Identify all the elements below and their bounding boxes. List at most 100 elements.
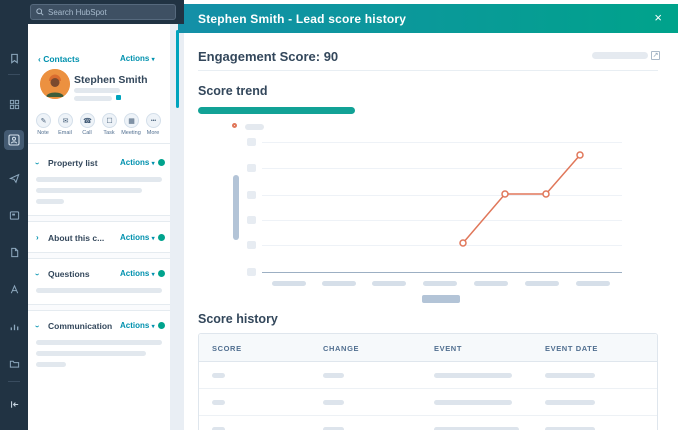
inbox-icon[interactable] <box>4 205 24 225</box>
field-placeholder <box>36 351 146 356</box>
task-button[interactable]: ☐ <box>102 113 117 128</box>
workspaces-grid-icon[interactable] <box>4 94 24 114</box>
status-dot[interactable] <box>158 322 165 329</box>
column-header-event-date[interactable]: EVENT DATE <box>545 344 598 353</box>
scrollbar-thumb[interactable] <box>176 30 179 108</box>
contact-actions-dropdown[interactable]: Actions ▾ <box>120 54 155 63</box>
call-label: Call <box>75 130 99 136</box>
score-trend-heading: Score trend <box>198 84 267 98</box>
search-input[interactable]: Search HubSpot <box>30 4 176 20</box>
section-actions-dropdown[interactable]: Actions ▾ <box>120 233 155 242</box>
x-axis-title-placeholder <box>422 295 460 303</box>
x-tick-placeholder <box>474 281 508 286</box>
contact-detail-placeholder <box>74 96 112 101</box>
engagement-score: Engagement Score: 90 <box>198 49 338 64</box>
chevron-down-icon[interactable]: › <box>33 162 42 165</box>
section-actions-dropdown[interactable]: Actions ▾ <box>120 269 155 278</box>
column-header-change[interactable]: CHANGE <box>323 344 359 353</box>
field-placeholder <box>36 177 162 182</box>
contact-panel: ‹ Contacts Actions ▾ Stephen Smith ✎ ✉ ☎… <box>28 24 170 430</box>
table-row[interactable] <box>199 362 657 389</box>
x-tick-placeholder <box>423 281 457 286</box>
gridline <box>262 195 622 196</box>
call-icon: ☎ <box>83 117 92 125</box>
section-title[interactable]: Communication <box>48 321 112 331</box>
divider <box>198 70 658 71</box>
y-tick-placeholder <box>247 268 256 276</box>
x-tick-placeholder <box>272 281 306 286</box>
meeting-icon: ▦ <box>128 117 135 125</box>
contact-name: Stephen Smith <box>74 74 148 86</box>
section-divider <box>28 304 170 311</box>
link-placeholder <box>592 52 648 59</box>
column-header-score[interactable]: SCORE <box>212 344 242 353</box>
gridline <box>262 142 622 143</box>
folder-icon[interactable] <box>4 353 24 373</box>
score-history-table: SCORE CHANGE EVENT EVENT DATE <box>198 333 658 430</box>
section-divider <box>28 252 170 259</box>
y-axis-title-placeholder <box>233 175 239 240</box>
section-actions-dropdown[interactable]: Actions ▾ <box>120 321 155 330</box>
gridline <box>262 168 622 169</box>
status-dot[interactable] <box>158 270 165 277</box>
call-button[interactable]: ☎ <box>80 113 95 128</box>
y-tick-placeholder <box>247 164 256 172</box>
section-divider <box>28 215 170 222</box>
rail-divider <box>8 74 20 75</box>
modal-title: Stephen Smith - Lead score history <box>198 12 406 26</box>
meeting-button[interactable]: ▦ <box>124 113 139 128</box>
column-header-event[interactable]: EVENT <box>434 344 462 353</box>
table-header-row: SCORE CHANGE EVENT EVENT DATE <box>199 334 657 362</box>
external-link-icon[interactable]: ↗ <box>651 51 660 60</box>
x-tick-placeholder <box>576 281 610 286</box>
gridline <box>262 220 622 221</box>
back-to-contacts-link[interactable]: ‹ Contacts <box>38 54 80 64</box>
field-placeholder <box>36 288 162 293</box>
x-axis-line <box>262 272 622 273</box>
y-tick-placeholder <box>247 216 256 224</box>
more-button[interactable]: ••• <box>146 113 161 128</box>
contacts-crm-icon[interactable] <box>4 130 24 150</box>
bookmark-icon[interactable] <box>4 48 24 68</box>
email-button[interactable]: ✉ <box>58 113 73 128</box>
x-tick-placeholder <box>322 281 356 286</box>
search-placeholder: Search HubSpot <box>48 8 107 17</box>
more-label: More <box>141 130 165 136</box>
email-label: Email <box>53 130 77 136</box>
contact-detail-placeholder <box>74 88 120 93</box>
table-row[interactable] <box>199 416 657 430</box>
modal-header: Stephen Smith - Lead score history × <box>178 4 678 33</box>
y-tick-placeholder <box>247 138 256 146</box>
divider <box>28 143 170 144</box>
task-label: Task <box>97 130 121 136</box>
chevron-down-icon[interactable]: › <box>33 325 42 328</box>
collapse-sidebar-icon[interactable] <box>4 394 24 414</box>
automation-icon[interactable] <box>4 279 24 299</box>
table-row[interactable] <box>199 389 657 416</box>
document-icon[interactable] <box>4 242 24 262</box>
section-actions-dropdown[interactable]: Actions ▾ <box>120 158 155 167</box>
search-icon <box>36 3 44 21</box>
edit-pencil-icon[interactable] <box>116 95 121 100</box>
more-icon: ••• <box>151 118 156 124</box>
note-button[interactable]: ✎ <box>36 113 51 128</box>
section-title[interactable]: Property list <box>48 158 98 168</box>
section-title[interactable]: About this c... <box>48 233 104 243</box>
section-title[interactable]: Questions <box>48 269 90 279</box>
status-dot[interactable] <box>158 159 165 166</box>
trend-filter-bar[interactable] <box>198 107 355 114</box>
chevron-down-icon[interactable]: › <box>33 273 42 276</box>
avatar <box>40 69 70 99</box>
field-placeholder <box>36 340 162 345</box>
reports-chart-icon[interactable] <box>4 316 24 336</box>
note-icon: ✎ <box>41 117 47 125</box>
marketing-send-icon[interactable] <box>4 168 24 188</box>
field-placeholder <box>36 199 64 204</box>
close-icon[interactable]: × <box>654 10 662 25</box>
email-icon: ✉ <box>63 117 69 125</box>
y-tick-placeholder <box>247 241 256 249</box>
status-dot[interactable] <box>158 234 165 241</box>
task-icon: ☐ <box>106 117 112 125</box>
chevron-right-icon[interactable]: › <box>36 233 39 242</box>
rail-divider <box>8 381 20 382</box>
